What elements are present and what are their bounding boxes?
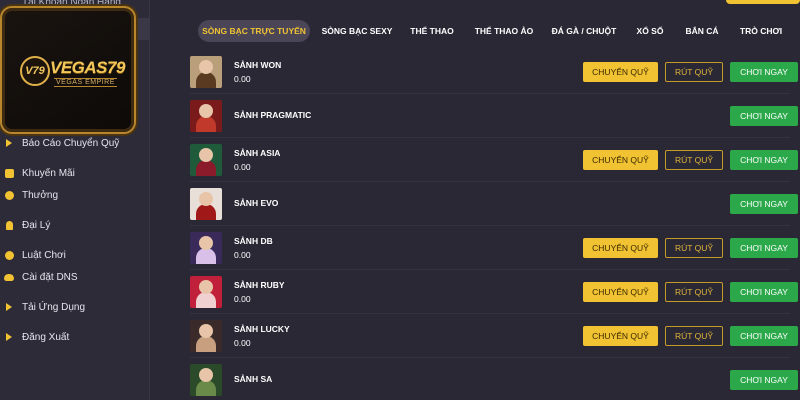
transfer-icon (4, 138, 14, 148)
withdraw-button[interactable]: RÚT QUỸ (665, 326, 723, 346)
sidebar-item[interactable]: Thưởng (0, 186, 150, 204)
tab-2[interactable]: THỂ THAO (404, 20, 460, 42)
lobby-thumbnail[interactable] (190, 232, 222, 264)
tab-3[interactable]: THỂ THAO ẢO (470, 20, 538, 42)
bonus-icon (4, 190, 14, 200)
lobby-thumbnail[interactable] (190, 188, 222, 220)
logo-badge-icon: V79 (20, 56, 50, 86)
lobby-name: SẢNH ASIA (234, 148, 281, 158)
top-action-button[interactable] (726, 0, 800, 4)
lobby-row: SẢNH RUBY 0.00 CHUYỂN QUỸ RÚT QUỸ CHƠI NGAY (190, 270, 798, 314)
sidebar-item-label: Báo Cáo Chuyển Quỹ (22, 137, 120, 149)
play-now-button[interactable]: CHƠI NGAY (730, 150, 798, 170)
sidebar-item[interactable]: Báo Cáo Chuyển Quỹ (0, 134, 150, 152)
lobby-row: SẢNH PRAGMATIC CHƠI NGAY (190, 94, 798, 138)
lobby-name: SẢNH EVO (234, 198, 279, 208)
play-now-button[interactable]: CHƠI NGAY (730, 106, 798, 126)
tab-0[interactable]: SÒNG BẠC TRỰC TUYẾN (198, 20, 310, 42)
withdraw-button[interactable]: RÚT QUỸ (665, 62, 723, 82)
lobby-balance: 0.00 (234, 74, 251, 84)
lobby-row: SẢNH SA CHƠI NGAY (190, 358, 798, 400)
logo-tagline: VEGAS EMPIRE (54, 78, 117, 87)
sidebar-item[interactable]: Đăng Xuất (0, 328, 150, 346)
lobby-balance: 0.00 (234, 250, 251, 260)
transfer-button[interactable]: CHUYỂN QUỸ (583, 282, 658, 302)
withdraw-button[interactable]: RÚT QUỸ (665, 238, 723, 258)
withdraw-button[interactable]: RÚT QUỸ (665, 150, 723, 170)
lobby-thumbnail[interactable] (190, 56, 222, 88)
play-now-button[interactable]: CHƠI NGAY (730, 282, 798, 302)
transfer-button[interactable]: CHUYỂN QUỸ (583, 326, 658, 346)
sidebar-item[interactable]: Đại Lý (0, 216, 150, 234)
sidebar-item[interactable]: Cài đặt DNS (0, 268, 150, 286)
tab-5[interactable]: XỔ SỐ (630, 20, 670, 42)
lobby-name: SẢNH RUBY (234, 280, 285, 290)
play-now-button[interactable]: CHƠI NGAY (730, 62, 798, 82)
sidebar-item-label: Tải Ứng Dụng (22, 301, 86, 313)
lobby-name: SẢNH LUCKY (234, 324, 290, 334)
lobby-balance: 0.00 (234, 162, 251, 172)
transfer-button[interactable]: CHUYỂN QUỸ (583, 238, 658, 258)
play-now-button[interactable]: CHƠI NGAY (730, 370, 798, 390)
tab-6[interactable]: BẮN CÁ (678, 20, 726, 42)
sidebar-item[interactable]: Luật Chơi (0, 246, 150, 264)
tab-4[interactable]: ĐÁ GÀ / CHUỘT (546, 20, 622, 42)
gift-icon (4, 168, 14, 178)
lobby-thumbnail[interactable] (190, 276, 222, 308)
lobby-name: SẢNH SA (234, 374, 273, 384)
tab-1[interactable]: SÒNG BẠC SEXY (318, 20, 396, 42)
sidebar-item[interactable]: Khuyến Mãi (0, 164, 150, 182)
withdraw-button[interactable]: RÚT QUỸ (665, 282, 723, 302)
lobby-row: SẢNH DB 0.00 CHUYỂN QUỸ RÚT QUỸ CHƠI NGAY (190, 226, 798, 270)
lobby-name: SẢNH DB (234, 236, 273, 246)
sidebar-item-label: Luật Chơi (22, 249, 66, 261)
lobby-thumbnail[interactable] (190, 144, 222, 176)
lobby-row: SẢNH LUCKY 0.00 CHUYỂN QUỸ RÚT QUỸ CHƠI NGAY (190, 314, 798, 358)
lobby-thumbnail[interactable] (190, 364, 222, 396)
logout-icon (4, 332, 14, 342)
play-now-button[interactable]: CHƠI NGAY (730, 238, 798, 258)
transfer-button[interactable]: CHUYỂN QUỸ (583, 62, 658, 82)
lobby-thumbnail[interactable] (190, 100, 222, 132)
transfer-button[interactable]: CHUYỂN QUỸ (583, 150, 658, 170)
download-icon (4, 302, 14, 312)
sidebar-item-label: Đăng Xuất (22, 331, 70, 343)
logo-wordmark: VEGAS79 (50, 58, 125, 77)
lobby-row: SẢNH EVO CHƠI NGAY (190, 182, 798, 226)
agent-icon (4, 220, 14, 230)
cloud-icon (4, 272, 14, 282)
sidebar-item-label: Cài đặt DNS (22, 271, 78, 283)
lobby-name: SẢNH PRAGMATIC (234, 110, 312, 120)
tab-7[interactable]: TRÒ CHƠI (734, 20, 788, 42)
lobby-name: SẢNH WON (234, 60, 282, 70)
lobby-row: SẢNH ASIA 0.00 CHUYỂN QUỸ RÚT QUỸ CHƠI NGAY (190, 138, 798, 182)
lobby-balance: 0.00 (234, 294, 251, 304)
rules-icon (4, 250, 14, 260)
lobby-balance: 0.00 (234, 338, 251, 348)
play-now-button[interactable]: CHƠI NGAY (730, 194, 798, 214)
sidebar-item[interactable]: Tải Ứng Dụng (0, 298, 150, 316)
vegas79-logo[interactable]: V79 VEGAS79 VEGAS EMPIRE (0, 6, 136, 134)
play-now-button[interactable]: CHƠI NGAY (730, 326, 798, 346)
lobby-row: SẢNH WON 0.00 CHUYỂN QUỸ RÚT QUỸ CHƠI NGAY (190, 50, 798, 94)
lobby-thumbnail[interactable] (190, 320, 222, 352)
sidebar-item-label: Đại Lý (22, 219, 51, 231)
sidebar-item-label: Khuyến Mãi (22, 167, 75, 179)
sidebar-item-label: Thưởng (22, 189, 59, 201)
